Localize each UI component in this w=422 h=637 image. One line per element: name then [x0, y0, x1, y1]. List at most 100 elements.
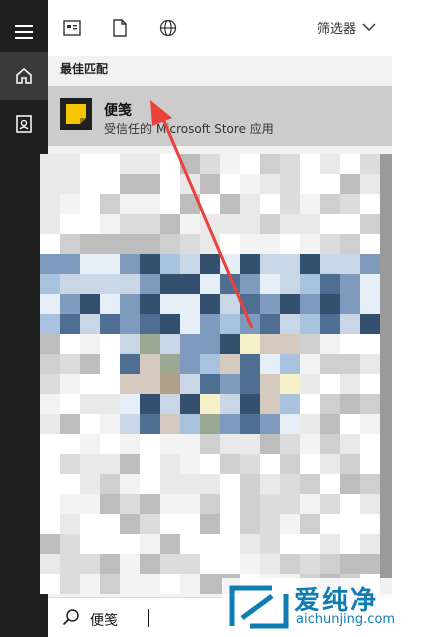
pixelated-tile — [100, 174, 120, 194]
pixelated-tile — [40, 274, 60, 294]
pixelated-tile — [360, 194, 380, 214]
pixelated-tile — [160, 234, 180, 254]
pixelated-tile — [160, 414, 180, 434]
pixelated-tile — [80, 494, 100, 514]
pixelated-tile — [140, 174, 160, 194]
pixelated-tile — [180, 574, 200, 594]
pixelated-tile — [240, 234, 260, 254]
pixelated-tile — [180, 434, 200, 454]
pixelated-tile — [320, 374, 340, 394]
pixelated-tile — [320, 554, 340, 574]
pixelated-tile — [80, 294, 100, 314]
pixelated-tile — [280, 454, 300, 474]
pixelated-tile — [140, 294, 160, 314]
pixelated-tile — [180, 374, 200, 394]
pixelated-tile — [260, 254, 280, 274]
pixelated-tile — [200, 494, 220, 514]
pixelated-tile — [300, 474, 320, 494]
pixelated-tile — [100, 574, 120, 594]
pixelated-tile — [320, 454, 340, 474]
pixelated-tile — [340, 334, 360, 354]
pixelated-tile — [200, 374, 220, 394]
search-input[interactable]: 便笺 — [90, 610, 118, 630]
pixelated-tile — [240, 394, 260, 414]
pixelated-tile — [240, 374, 260, 394]
filter-label: 筛选器 — [316, 22, 356, 37]
pixelated-tile — [40, 454, 60, 474]
pixelated-tile — [160, 254, 180, 274]
filter-dropdown[interactable]: 筛选器 — [317, 18, 376, 37]
pixelated-tile — [280, 494, 300, 514]
pixelated-tile — [220, 294, 240, 314]
pixelated-tile — [280, 434, 300, 454]
pixelated-tile — [240, 554, 260, 574]
pixelated-tile — [60, 434, 80, 454]
pixelated-tile — [220, 514, 240, 534]
pixelated-tile — [220, 194, 240, 214]
hamburger-menu-icon[interactable] — [0, 8, 48, 56]
pixelated-tile — [320, 434, 340, 454]
pixelated-tile — [360, 354, 380, 374]
pixelated-tile — [300, 414, 320, 434]
pixelated-tile — [180, 194, 200, 214]
pixelated-tile — [40, 494, 60, 514]
pixelated-tile — [320, 314, 340, 334]
pixelated-tile — [120, 174, 140, 194]
pixelated-tile — [260, 554, 280, 574]
web-icon[interactable] — [156, 16, 180, 40]
pixelated-tile — [280, 374, 300, 394]
pixelated-tile — [200, 234, 220, 254]
pixelated-tile — [360, 234, 380, 254]
pixelated-tile — [60, 374, 80, 394]
pixelated-tile — [80, 574, 100, 594]
pixelated-tile — [220, 554, 240, 574]
pixelated-tile — [300, 314, 320, 334]
pixelated-tile — [60, 494, 80, 514]
pixelated-tile — [360, 214, 380, 234]
pixelated-tile — [60, 314, 80, 334]
pixelated-tile — [100, 354, 120, 374]
pixelated-tile — [180, 394, 200, 414]
search-toolbar: 筛选器 — [48, 0, 392, 56]
pixelated-tile — [140, 394, 160, 414]
pixelated-tile — [240, 254, 260, 274]
pixelated-tile — [280, 194, 300, 214]
pixelated-tile — [40, 214, 60, 234]
best-match-result[interactable]: 便笺 受信任的 Microsoft Store 应用 — [48, 86, 392, 146]
pixelated-tile — [60, 174, 80, 194]
pixelated-tile — [360, 274, 380, 294]
pixelated-tile — [300, 274, 320, 294]
pixelated-tile — [120, 154, 140, 174]
pixelated-tile — [220, 534, 240, 554]
pixelated-tile — [60, 234, 80, 254]
pixelated-tile — [340, 554, 360, 574]
pixelated-tile — [360, 254, 380, 274]
chevron-down-icon — [362, 23, 376, 31]
pixelated-tile — [100, 434, 120, 454]
pixelated-tile — [340, 354, 360, 374]
pixelated-tile — [240, 514, 260, 534]
pixelated-tile — [240, 534, 260, 554]
pixelated-tile — [160, 274, 180, 294]
document-icon[interactable] — [0, 100, 48, 148]
documents-icon[interactable] — [108, 16, 132, 40]
pixelated-tile — [320, 514, 340, 534]
pixelated-tile — [260, 494, 280, 514]
pixelated-tile — [80, 414, 100, 434]
pixelated-tile — [80, 534, 100, 554]
pixelated-tile — [360, 554, 380, 574]
pixelated-tile — [340, 514, 360, 534]
app-list-icon[interactable] — [60, 16, 84, 40]
pixelated-tile — [200, 254, 220, 274]
pixelated-tile — [180, 314, 200, 334]
pixelated-tile — [100, 254, 120, 274]
pixelated-tile — [220, 354, 240, 374]
pixelated-tile — [120, 194, 140, 214]
pixelated-tile — [260, 234, 280, 254]
pixelated-tile — [80, 514, 100, 534]
pixelated-tile — [220, 254, 240, 274]
pixelated-tile — [180, 514, 200, 534]
home-icon[interactable] — [0, 52, 48, 100]
pixelated-tile — [100, 294, 120, 314]
pixelated-tile — [280, 394, 300, 414]
